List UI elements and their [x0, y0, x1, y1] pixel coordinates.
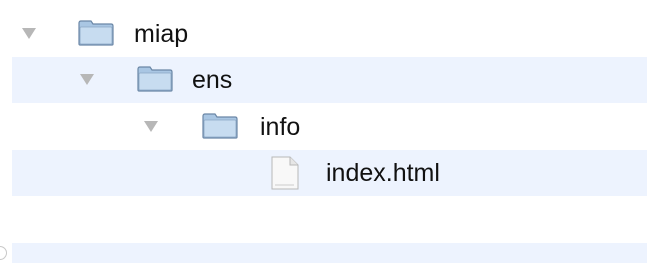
- scroll-edge-icon: [0, 246, 7, 260]
- disclosure-triangle-icon[interactable]: [144, 121, 158, 132]
- file-tree: miap ens info index.html: [0, 0, 647, 263]
- tree-item-label: info: [260, 113, 301, 141]
- tree-row-info[interactable]: info: [12, 104, 647, 150]
- folder-icon: [137, 66, 173, 92]
- disclosure-triangle-icon[interactable]: [22, 28, 36, 39]
- tree-item-label: index.html: [326, 159, 440, 187]
- tree-item-label: miap: [134, 20, 189, 48]
- tree-row-ens[interactable]: ens: [12, 57, 647, 103]
- disclosure-triangle-icon[interactable]: [80, 74, 94, 85]
- html-file-icon: [271, 156, 299, 190]
- tree-item-label: ens: [192, 66, 233, 94]
- folder-icon: [202, 113, 238, 139]
- tree-row-empty: [12, 243, 647, 263]
- tree-row-index-html[interactable]: index.html: [12, 150, 647, 196]
- tree-row-empty: [12, 197, 647, 243]
- folder-icon: [78, 20, 114, 46]
- tree-row-miap[interactable]: miap: [12, 11, 647, 57]
